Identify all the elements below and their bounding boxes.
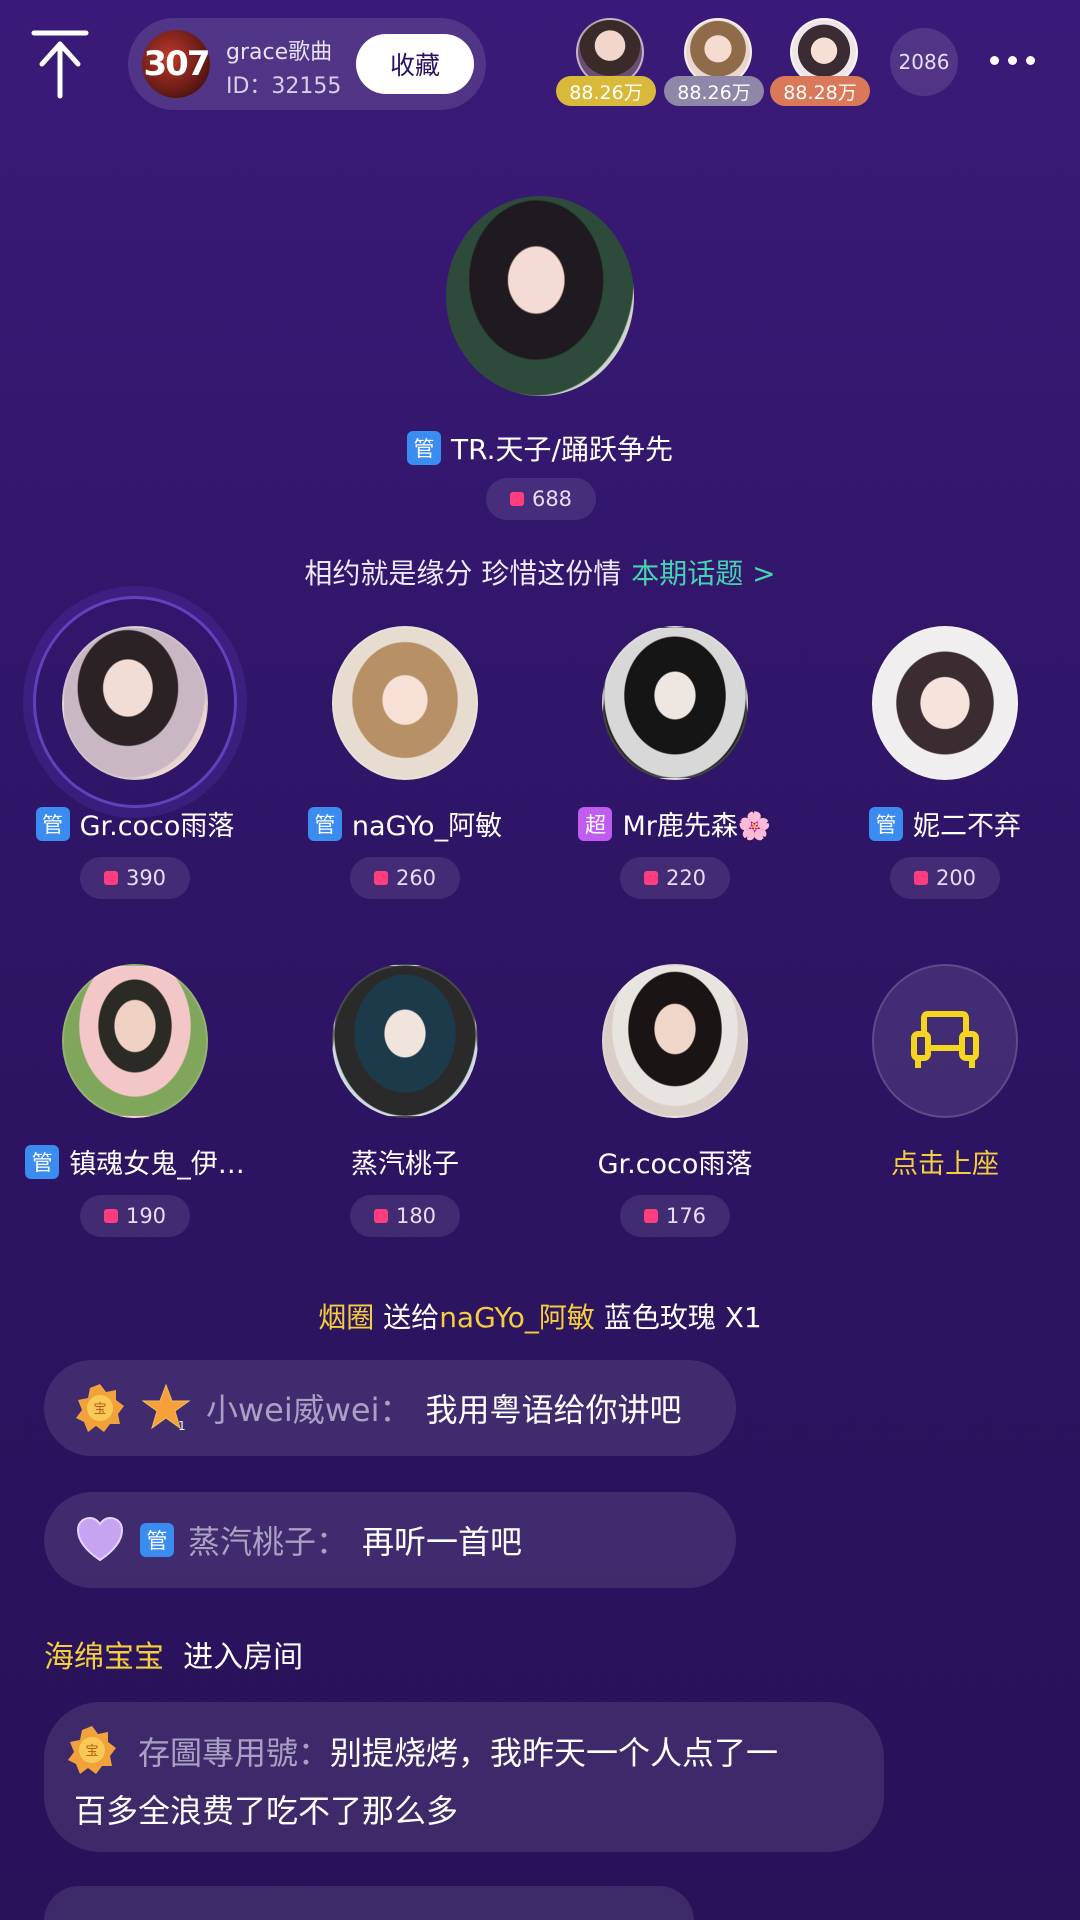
admin-tag: 管 — [407, 431, 442, 465]
gift-verb: 送给 — [383, 1301, 440, 1334]
gold-medal-icon: 宝 — [76, 1384, 124, 1432]
room-name: grace歌曲 — [226, 40, 333, 65]
avatar — [62, 964, 208, 1118]
gift-icon — [643, 871, 658, 885]
svg-text:宝: 宝 — [85, 1744, 98, 1759]
topic-text: 相约就是缘分 珍惜这份情 — [304, 557, 622, 590]
top-contributor-1[interactable]: 88.26万 — [556, 18, 656, 110]
avatar — [602, 626, 748, 780]
entering-user[interactable]: 海绵宝宝 — [44, 1640, 164, 1675]
more-dots-icon — [990, 56, 999, 65]
room-id: ID：32155 — [226, 74, 342, 99]
host-name-row[interactable]: 管 TR.天子/踊跃争先 — [0, 428, 1080, 468]
gift-icon — [643, 1209, 658, 1223]
score-value: 180 — [395, 1204, 437, 1228]
admin-tag: 管 — [869, 806, 903, 841]
message-sender[interactable]: 存圖專用號： — [138, 1734, 330, 1772]
message-text: 我用粤语给你讲吧 — [425, 1391, 682, 1429]
host-name: TR.天子/踊跃争先 — [451, 433, 673, 466]
chat-message[interactable]: 管 蒸汽桃子： 再听一首吧 — [44, 1492, 736, 1588]
message-text-line2: 百多全浪费了吃不了那么多 — [74, 1792, 459, 1830]
seat-user-name: 蒸汽桃子 — [351, 1149, 459, 1180]
avatar — [602, 964, 748, 1118]
heart-icon — [76, 1516, 124, 1562]
mic-seat-5[interactable]: 管 镇魂女鬼_伊… 190 — [0, 964, 270, 1237]
svg-text:1: 1 — [178, 1419, 186, 1433]
seat-user-name: 妮二不弃 — [913, 811, 1021, 842]
mic-seat-6[interactable]: 蒸汽桃子 180 — [270, 964, 540, 1237]
admin-tag: 管 — [35, 806, 70, 841]
mic-seat-3[interactable]: 超 Mr鹿先森🌸 220 — [540, 626, 810, 899]
gift-item: 蓝色玫瑰 — [603, 1301, 716, 1334]
super-admin-tag: 超 — [578, 806, 613, 841]
chat-message-partial[interactable] — [44, 1886, 694, 1920]
mic-seat-4[interactable]: 管 妮二不弃 200 — [810, 626, 1080, 899]
gift-icon — [509, 492, 524, 506]
score-value: 390 — [125, 866, 167, 890]
seat-user-name: Gr.coco雨落 — [597, 1149, 753, 1180]
avatar — [332, 964, 478, 1118]
score-value: 260 — [395, 866, 437, 890]
topic-line: 相约就是缘分 珍惜这份情 本期话题 > — [0, 552, 1080, 592]
enter-notice: 海绵宝宝 进入房间 — [44, 1632, 303, 1676]
admin-tag: 管 — [307, 806, 342, 841]
empty-seat-circle — [872, 964, 1018, 1118]
arrow-up-icon — [31, 30, 89, 99]
contribution-badge: 88.28万 — [770, 76, 870, 106]
gift-count: X1 — [724, 1301, 762, 1334]
message-sender[interactable]: 小wei威wei： — [206, 1385, 412, 1431]
gift-icon — [373, 871, 388, 885]
message-text: 再听一首吧 — [362, 1523, 523, 1561]
contribution-badge: 88.26万 — [556, 76, 656, 106]
take-seat-label: 点击上座 — [891, 1149, 999, 1180]
host-avatar[interactable] — [446, 196, 634, 396]
chat-message[interactable]: 宝 1 小wei威wei： 我用粤语给你讲吧 — [44, 1360, 736, 1456]
topic-link[interactable]: 本期话题 > — [631, 557, 775, 590]
top-contributor-3[interactable]: 88.28万 — [770, 18, 870, 110]
score-value: 190 — [125, 1204, 167, 1228]
score-value: 200 — [935, 866, 977, 890]
gift-icon — [913, 871, 928, 885]
seat-user-name: Gr.coco雨落 — [79, 811, 235, 842]
seat-user-name: 镇魂女鬼_伊… — [69, 1149, 245, 1180]
room-logo: 307 — [142, 30, 210, 98]
empty-seat-button[interactable]: 点击上座 — [810, 964, 1080, 1181]
svg-text:宝: 宝 — [93, 1402, 106, 1417]
seat-user-name: naGYo_阿敏 — [351, 811, 503, 842]
room-info[interactable]: 307 grace歌曲 ID：32155 收藏 — [128, 18, 486, 110]
message-text-line1: 别提烧烤，我昨天一个人点了一 — [330, 1734, 779, 1772]
mic-seat-7[interactable]: Gr.coco雨落 176 — [540, 964, 810, 1237]
mic-seat-1[interactable]: 管 Gr.coco雨落 390 — [0, 626, 270, 899]
gift-icon — [373, 1209, 388, 1223]
admin-tag: 管 — [140, 1523, 174, 1557]
score-value: 688 — [531, 487, 573, 511]
contribution-badge: 88.26万 — [664, 76, 764, 106]
star-level-1-icon: 1 — [141, 1383, 191, 1433]
host-score: 688 — [486, 478, 596, 520]
gift-receiver[interactable]: naGYo_阿敏 — [439, 1301, 595, 1334]
admin-tag: 管 — [25, 1144, 60, 1179]
enter-text: 进入房间 — [183, 1640, 304, 1675]
score-value: 176 — [665, 1204, 707, 1228]
favorite-button[interactable]: 收藏 — [356, 34, 474, 94]
top-contributor-2[interactable]: 88.26万 — [664, 18, 764, 110]
chat-message[interactable]: 宝 存圖專用號：别提烧烤，我昨天一个人点了一 百多全浪费了吃不了那么多 — [44, 1702, 884, 1852]
gold-medal-icon: 宝 — [68, 1726, 116, 1774]
gift-icon — [103, 871, 118, 885]
back-to-top-button[interactable] — [30, 28, 90, 100]
avatar — [332, 626, 478, 780]
online-count[interactable]: 2086 — [890, 28, 958, 96]
more-button[interactable] — [990, 50, 1050, 74]
score-value: 220 — [665, 866, 707, 890]
message-sender[interactable]: 蒸汽桃子： — [188, 1517, 348, 1563]
mic-seat-2[interactable]: 管 naGYo_阿敏 260 — [270, 626, 540, 899]
gift-sender[interactable]: 烟圈 — [318, 1301, 374, 1334]
seat-user-name: Mr鹿先森🌸 — [622, 811, 772, 842]
armchair-icon — [911, 1011, 979, 1068]
gift-notice: 烟圈 送给naGYo_阿敏 蓝色玫瑰 X1 — [0, 1296, 1080, 1336]
gift-icon — [103, 1209, 118, 1223]
avatar — [872, 626, 1018, 780]
avatar — [62, 626, 208, 780]
